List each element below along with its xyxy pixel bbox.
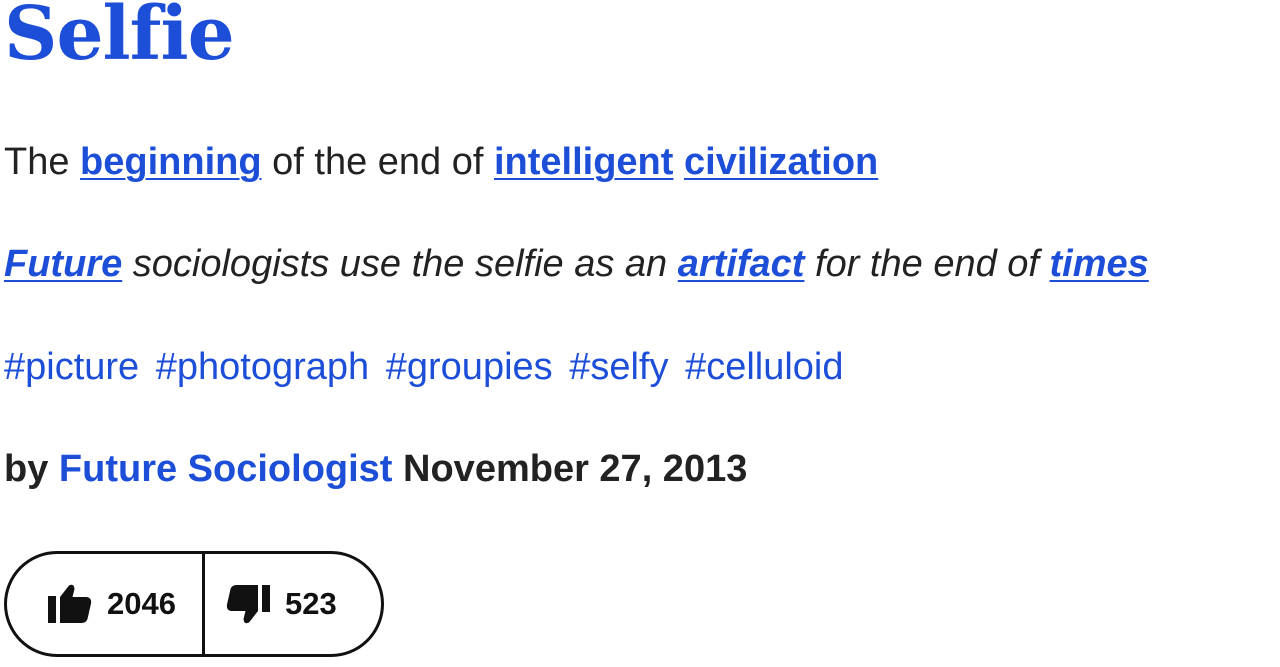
by-label: by	[4, 448, 59, 490]
link-times[interactable]: times	[1050, 243, 1149, 285]
thumbs-down-icon	[226, 585, 270, 624]
meaning-space	[673, 141, 684, 183]
definition-meaning: The beginning of the end of intelligent …	[4, 138, 878, 186]
tag-list: #picture #photograph #groupies #selfy #c…	[4, 343, 850, 391]
link-civilization[interactable]: civilization	[684, 141, 878, 183]
tag-link-photograph[interactable]: #photograph	[156, 346, 369, 388]
link-beginning[interactable]: beginning	[80, 141, 262, 183]
link-intelligent[interactable]: intelligent	[494, 141, 673, 183]
tag-link-celluloid[interactable]: #celluloid	[685, 346, 843, 388]
upvote-button[interactable]: 2046	[7, 554, 205, 654]
example-text-2: for the end of	[804, 243, 1050, 285]
tag-link-picture[interactable]: #picture	[4, 346, 139, 388]
meaning-middle: of the end of	[261, 141, 494, 183]
upvote-count: 2046	[107, 586, 176, 621]
contributor-line: by Future Sociologist November 27, 2013	[4, 445, 747, 493]
thumbs-up-icon	[48, 584, 92, 623]
word-title-link[interactable]: Selfie	[4, 0, 235, 79]
link-future[interactable]: Future	[4, 243, 122, 285]
tag-link-groupies[interactable]: #groupies	[386, 346, 553, 388]
author-link[interactable]: Future Sociologist	[59, 448, 393, 490]
downvote-button[interactable]: 523	[205, 554, 337, 654]
example-text-1: sociologists use the selfie as an	[122, 243, 678, 285]
downvote-count: 523	[285, 586, 337, 621]
tag-link-selfy[interactable]: #selfy	[569, 346, 668, 388]
definition-example: Future sociologists use the selfie as an…	[4, 240, 1149, 288]
meaning-prefix: The	[4, 141, 81, 183]
vote-box: 2046 523	[4, 551, 384, 657]
post-date: November 27, 2013	[392, 448, 748, 490]
link-artifact[interactable]: artifact	[678, 243, 805, 285]
